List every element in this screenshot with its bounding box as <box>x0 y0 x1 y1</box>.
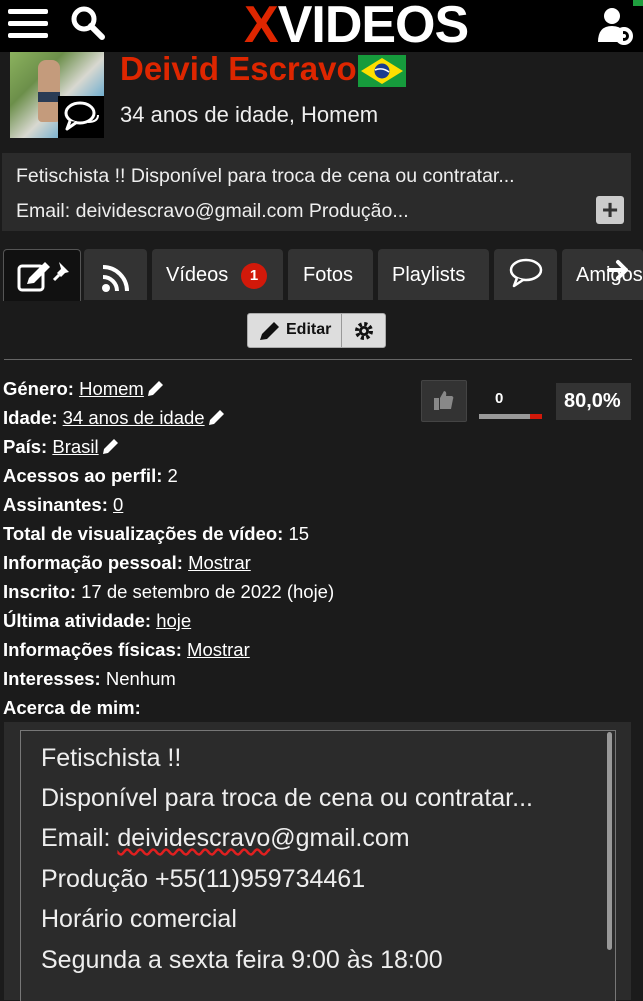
flag-icon <box>633 0 643 6</box>
info-value: 17 de setembro de 2022 (hoje) <box>81 581 335 602</box>
bio-line: Fetischista !! Disponível para troca de … <box>16 165 515 187</box>
info-label: Inscrito: <box>3 581 76 602</box>
pais-link[interactable]: Brasil <box>52 436 119 457</box>
vote-bar-negative <box>530 414 542 419</box>
info-label: Género: <box>3 378 74 399</box>
rss-icon <box>102 265 129 292</box>
expand-bio-button[interactable]: + <box>596 196 624 224</box>
info-label: Acerca de mim: <box>3 697 141 718</box>
section-divider <box>4 359 632 360</box>
info-genero: Género: Homem <box>3 378 165 400</box>
info-label: Total de visualizações de vídeo: <box>3 523 284 544</box>
search-icon[interactable] <box>70 5 106 41</box>
about-line: Produção +55(11)959734461 <box>41 865 366 893</box>
pencil-icon <box>260 322 279 340</box>
edit-toolbar: Editar <box>247 313 386 348</box>
idade-link[interactable]: 34 anos de idade <box>63 407 226 428</box>
info-fisicas: Informações físicas: Mostrar <box>3 639 250 661</box>
top-header: XVIDEOS <box>0 0 643 55</box>
about-scrollbar[interactable] <box>607 732 612 950</box>
pencil-icon <box>147 381 163 396</box>
tab-playlists-label: Playlists <box>392 264 466 286</box>
edit-button-label: Editar <box>286 321 332 338</box>
message-icon[interactable] <box>58 96 104 138</box>
tab-edit[interactable] <box>3 249 81 301</box>
tab-comments[interactable] <box>494 249 557 300</box>
user-settings-icon[interactable] <box>598 6 634 46</box>
tab-feed[interactable] <box>84 249 147 300</box>
info-value: 2 <box>167 465 178 486</box>
info-label: Interesses: <box>3 668 101 689</box>
profile-name: Deivid Escravo <box>120 50 357 87</box>
pencil-icon <box>102 439 118 454</box>
about-line: Segunda a sexta feira 9:00 às 18:00 <box>41 946 443 974</box>
vote-count: 0 <box>495 390 504 407</box>
gear-icon <box>355 322 373 340</box>
info-acessos: Acessos ao perfil: 2 <box>3 465 178 487</box>
info-label: País: <box>3 436 48 457</box>
arrow-right-icon[interactable] <box>606 258 632 282</box>
tab-playlists[interactable]: Playlists <box>378 249 489 300</box>
info-value: 15 <box>288 523 310 544</box>
info-label: Informação pessoal: <box>3 552 183 573</box>
settings-button[interactable] <box>342 314 385 347</box>
assinantes-link[interactable]: 0 <box>113 494 123 515</box>
info-label: Acessos ao perfil: <box>3 465 163 486</box>
tab-fotos-label: Fotos <box>303 264 354 286</box>
info-idade: Idade: 34 anos de idade <box>3 407 226 429</box>
genero-link[interactable]: Homem <box>79 378 165 399</box>
show-personal-info-link[interactable]: Mostrar <box>188 552 251 573</box>
thumbs-up-icon <box>434 391 454 410</box>
info-label: Última atividade: <box>3 610 152 631</box>
info-label: Informações físicas: <box>3 639 182 660</box>
last-activity-link[interactable]: hoje <box>156 610 191 631</box>
tab-videos-label: Vídeos <box>166 264 229 286</box>
videos-count-badge: 1 <box>241 263 267 289</box>
about-line-email: Email: deividescravo@gmail.com <box>41 824 410 852</box>
info-pais: País: Brasil <box>3 436 120 458</box>
site-logo[interactable]: XVIDEOS <box>244 0 469 55</box>
show-physical-info-link[interactable]: Mostrar <box>187 639 250 660</box>
info-pessoal: Informação pessoal: Mostrar <box>3 552 251 574</box>
brazil-flag-icon <box>358 55 406 87</box>
edit-button[interactable]: Editar <box>248 314 341 347</box>
info-value: Nenhum <box>105 668 176 689</box>
info-atividade: Última atividade: hoje <box>3 610 191 632</box>
about-line: Fetischista !! <box>41 744 182 772</box>
info-visualizacoes: Total de visualizações de vídeo: 15 <box>3 523 309 545</box>
info-acerca: Acerca de mim: <box>3 697 141 719</box>
about-line: Horário comercial <box>41 905 237 933</box>
info-inscrito: Inscrito: 17 de setembro de 2022 (hoje) <box>3 581 334 603</box>
tab-videos[interactable]: Vídeos 1 <box>152 249 283 300</box>
hamburger-icon[interactable] <box>8 6 48 40</box>
info-assinantes: Assinantes: 0 <box>3 494 123 516</box>
info-interesses: Interesses: Nenhum <box>3 668 176 690</box>
edit-pin-icon <box>17 262 69 292</box>
bio-summary: Fetischista !! Disponível para troca de … <box>2 153 631 231</box>
comment-icon <box>509 258 543 288</box>
info-label: Assinantes: <box>3 494 108 515</box>
like-button[interactable] <box>421 380 467 422</box>
rating-percent: 80,0% <box>564 390 621 412</box>
bio-line: Email: deividescravo@gmail.com Produção.… <box>16 200 409 222</box>
info-label: Idade: <box>3 407 58 428</box>
profile-age-gender: 34 anos de idade, Homem <box>120 102 379 127</box>
pencil-icon <box>208 410 224 425</box>
about-line: Disponível para troca de cena ou contrat… <box>41 784 533 812</box>
tab-fotos[interactable]: Fotos <box>288 249 373 300</box>
rating-box: 80,0% <box>556 383 631 420</box>
